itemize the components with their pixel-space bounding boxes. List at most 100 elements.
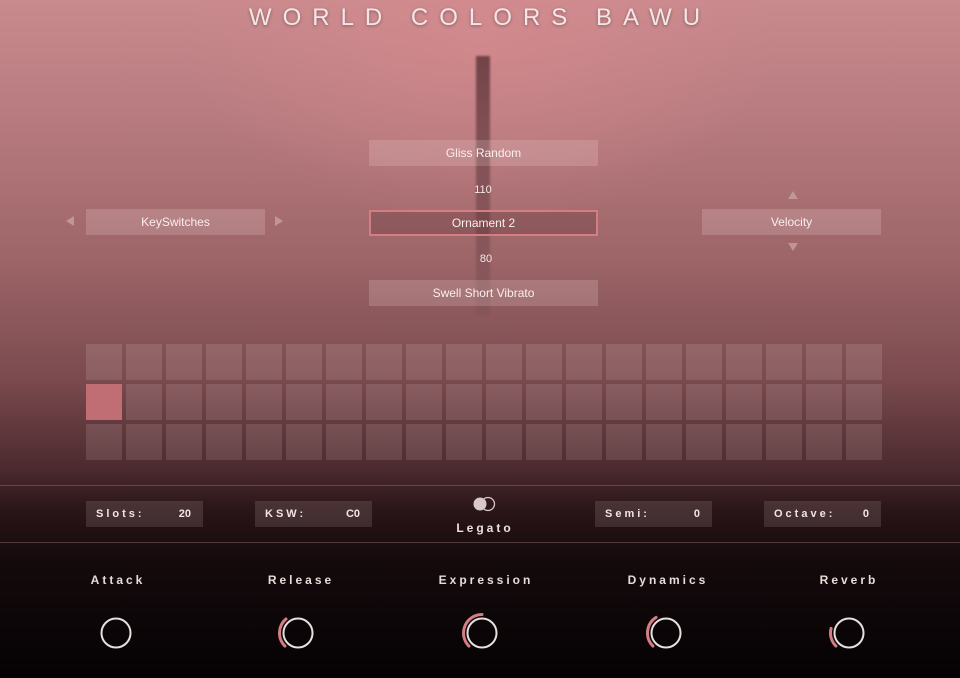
slot-cell[interactable] <box>726 344 762 380</box>
slot-cell[interactable] <box>446 424 482 460</box>
expression-label: Expression <box>438 573 534 587</box>
slot-cell[interactable] <box>606 344 642 380</box>
slot-cell[interactable] <box>486 424 522 460</box>
release-knob[interactable] <box>277 612 319 654</box>
slot-cell[interactable] <box>766 384 802 420</box>
velocity-up-arrow-icon[interactable] <box>788 191 798 199</box>
attack-label: Attack <box>90 573 146 587</box>
octave-field[interactable]: Octave: 0 <box>764 501 881 527</box>
ksw-field[interactable]: KSW: C0 <box>255 501 372 527</box>
slot-cell[interactable] <box>126 384 162 420</box>
articulation-bottom-value[interactable]: 80 <box>436 253 536 265</box>
slot-cell[interactable] <box>126 344 162 380</box>
slot-cell[interactable] <box>86 344 122 380</box>
slot-cell[interactable] <box>766 344 802 380</box>
slot-cell[interactable] <box>646 424 682 460</box>
slot-cell[interactable] <box>86 424 122 460</box>
slot-cell[interactable] <box>486 384 522 420</box>
instrument-panel: WORLD COLORS BAWU Gliss Random 110 Ornam… <box>0 0 960 678</box>
keyswitches-next-arrow-icon[interactable] <box>275 216 283 226</box>
slot-cell[interactable] <box>806 424 842 460</box>
legato-label: Legato <box>456 521 514 535</box>
slot-cell[interactable] <box>526 344 562 380</box>
slot-cell[interactable] <box>846 424 882 460</box>
keyswitches-selector[interactable]: KeySwitches <box>86 209 265 235</box>
slot-cell[interactable] <box>806 384 842 420</box>
slot-cell[interactable] <box>766 424 802 460</box>
slot-cell[interactable] <box>446 384 482 420</box>
instrument-title: WORLD COLORS BAWU <box>248 4 712 31</box>
dynamics-label: Dynamics <box>627 573 709 587</box>
velocity-selector[interactable]: Velocity <box>702 209 881 235</box>
slot-cell[interactable] <box>366 344 402 380</box>
slot-cell[interactable] <box>326 424 362 460</box>
slot-cell[interactable] <box>686 424 722 460</box>
slot-cell[interactable] <box>686 384 722 420</box>
slot-cell[interactable] <box>366 384 402 420</box>
slot-cell[interactable] <box>286 344 322 380</box>
slot-cell[interactable] <box>286 384 322 420</box>
legato-toggle-icon[interactable] <box>471 496 497 512</box>
slot-cell[interactable] <box>566 384 602 420</box>
slot-cell[interactable] <box>846 344 882 380</box>
articulation-top-button[interactable]: Gliss Random <box>369 140 598 166</box>
slot-cell[interactable] <box>406 344 442 380</box>
slot-cell[interactable] <box>806 344 842 380</box>
slot-cell[interactable] <box>326 384 362 420</box>
ksw-value[interactable]: C0 <box>346 508 360 520</box>
divider <box>0 542 960 543</box>
semi-label: Semi: <box>605 508 650 520</box>
slot-cell[interactable] <box>406 384 442 420</box>
knob-ring <box>650 617 682 649</box>
velocity-down-arrow-icon[interactable] <box>788 243 798 251</box>
slot-cell[interactable] <box>606 384 642 420</box>
slot-cell[interactable] <box>646 344 682 380</box>
keyswitches-prev-arrow-icon[interactable] <box>66 216 74 226</box>
slots-label: Slots: <box>96 508 145 520</box>
slot-cell[interactable] <box>246 344 282 380</box>
slot-cell[interactable] <box>566 424 602 460</box>
slot-cell[interactable] <box>486 344 522 380</box>
slot-grid <box>86 344 882 460</box>
slot-cell[interactable] <box>686 344 722 380</box>
articulation-top-value[interactable]: 110 <box>433 184 533 196</box>
dynamics-knob[interactable] <box>645 612 687 654</box>
slots-field[interactable]: Slots: 20 <box>86 501 203 527</box>
reverb-knob[interactable] <box>828 612 870 654</box>
slot-cell[interactable] <box>606 424 642 460</box>
slot-cell[interactable] <box>846 384 882 420</box>
slot-cell[interactable] <box>326 344 362 380</box>
expression-knob[interactable] <box>461 612 503 654</box>
slot-cell[interactable] <box>206 424 242 460</box>
slot-cell[interactable] <box>206 344 242 380</box>
articulation-selected-button[interactable]: Ornament 2 <box>369 210 598 236</box>
knob-ring <box>100 617 132 649</box>
knob-ring <box>466 617 498 649</box>
knob-ring <box>833 617 865 649</box>
slot-cell[interactable] <box>726 424 762 460</box>
octave-value[interactable]: 0 <box>863 508 869 520</box>
slot-cell[interactable] <box>406 424 442 460</box>
slot-cell[interactable] <box>246 384 282 420</box>
octave-label: Octave: <box>774 508 836 520</box>
slot-cell[interactable] <box>446 344 482 380</box>
slot-cell[interactable] <box>206 384 242 420</box>
slot-cell[interactable] <box>86 384 122 420</box>
articulation-bottom-button[interactable]: Swell Short Vibrato <box>369 280 598 306</box>
slots-value[interactable]: 20 <box>179 508 191 520</box>
slot-cell[interactable] <box>286 424 322 460</box>
slot-cell[interactable] <box>646 384 682 420</box>
semi-value[interactable]: 0 <box>694 508 700 520</box>
semi-field[interactable]: Semi: 0 <box>595 501 712 527</box>
slot-cell[interactable] <box>166 344 202 380</box>
slot-cell[interactable] <box>726 384 762 420</box>
slot-cell[interactable] <box>166 384 202 420</box>
attack-knob[interactable] <box>95 612 137 654</box>
slot-cell[interactable] <box>526 424 562 460</box>
slot-cell[interactable] <box>566 344 602 380</box>
slot-cell[interactable] <box>126 424 162 460</box>
slot-cell[interactable] <box>366 424 402 460</box>
slot-cell[interactable] <box>526 384 562 420</box>
slot-cell[interactable] <box>246 424 282 460</box>
slot-cell[interactable] <box>166 424 202 460</box>
